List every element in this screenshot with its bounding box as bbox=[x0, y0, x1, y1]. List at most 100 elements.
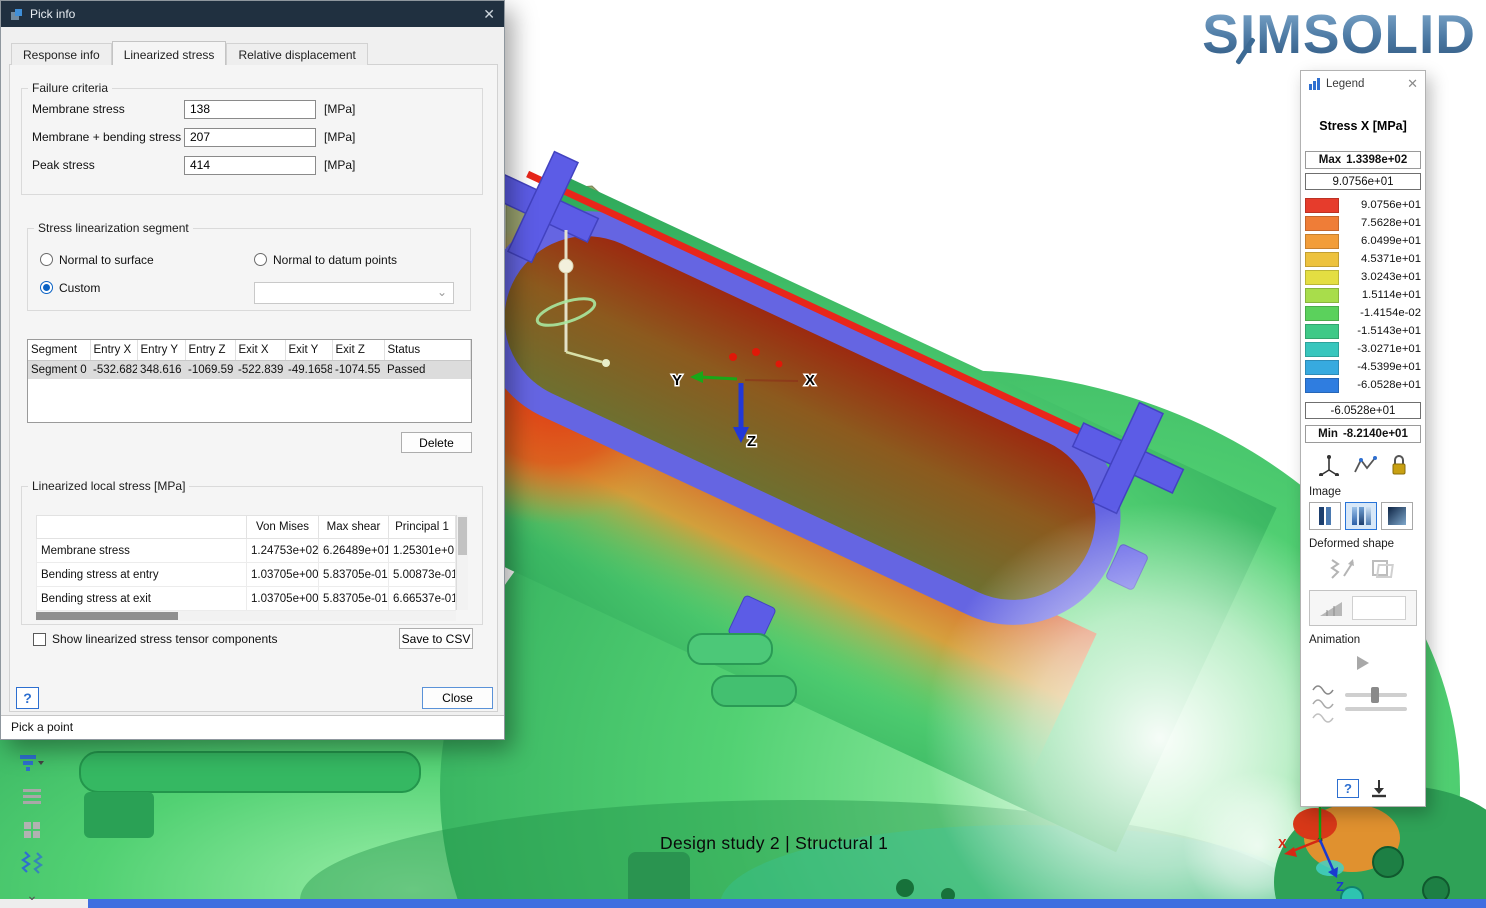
membrane-stress-input[interactable] bbox=[184, 100, 316, 119]
legend-scale-row: 9.0756e+01 bbox=[1301, 196, 1425, 214]
dialog-titlebar[interactable]: Pick info ✕ bbox=[1, 1, 504, 27]
slider-handle[interactable] bbox=[1371, 687, 1379, 703]
scale-value: 6.0499e+01 bbox=[1339, 235, 1421, 247]
deformed-scale-box[interactable] bbox=[1309, 590, 1417, 626]
color-chip bbox=[1305, 234, 1339, 249]
animation-speed-slider[interactable] bbox=[1345, 693, 1407, 697]
scale-value: -3.0271e+01 bbox=[1339, 343, 1421, 355]
pick-info-dialog: Pick info ✕ Response info Linearized str… bbox=[0, 0, 505, 740]
legend-bottom-input[interactable]: -6.0528e+01 bbox=[1305, 402, 1421, 419]
image-section-label: Image bbox=[1301, 486, 1425, 498]
legend-scale-row: -1.5143e+01 bbox=[1301, 322, 1425, 340]
legend-scale-row: -4.5399e+01 bbox=[1301, 358, 1425, 376]
scale-value: 9.0756e+01 bbox=[1339, 199, 1421, 211]
stress-table-row[interactable]: Bending stress at entry 1.03705e+00 5.83… bbox=[37, 563, 456, 587]
color-chip bbox=[1305, 198, 1339, 213]
segment-table[interactable]: SegmentEntry X Entry YEntry Z Exit XExit… bbox=[27, 339, 472, 423]
tensor-checkbox-row[interactable]: Show linearized stress tensor components bbox=[33, 632, 277, 646]
undeformed-shape-icon[interactable] bbox=[1370, 556, 1398, 582]
triad-center-y-label: Y bbox=[672, 372, 682, 389]
chevron-down-icon: ⌄ bbox=[437, 285, 447, 299]
close-button[interactable]: Close bbox=[422, 687, 493, 709]
membrane-bending-stress-label: Membrane + bending stress bbox=[32, 130, 184, 144]
lock-icon[interactable] bbox=[1390, 454, 1408, 476]
animation-controls bbox=[1301, 680, 1425, 724]
play-icon bbox=[1357, 656, 1369, 670]
study-caption: Design study 2 | Structural 1 bbox=[660, 833, 888, 854]
stress-linearization-group: Stress linearization segment Normal to s… bbox=[27, 221, 471, 311]
stress-linearization-title: Stress linearization segment bbox=[34, 221, 193, 235]
stress-table-row[interactable]: Membrane stress 1.24753e+02 6.26489e+01 … bbox=[37, 539, 456, 563]
deformed-compare-icon[interactable] bbox=[1353, 454, 1377, 476]
radio-icon bbox=[254, 253, 267, 266]
deformed-scale-value-box bbox=[1352, 596, 1406, 620]
pick-filter-button[interactable] bbox=[17, 750, 47, 776]
toolbar-list-button[interactable] bbox=[17, 783, 47, 809]
animation-frame-slider[interactable] bbox=[1345, 707, 1407, 711]
tab-response-info[interactable]: Response info bbox=[11, 43, 112, 65]
min-label: Min bbox=[1318, 428, 1338, 440]
axes-icon[interactable] bbox=[1318, 454, 1340, 476]
radio-custom[interactable]: Custom bbox=[40, 281, 100, 295]
linearized-stress-title: Linearized local stress [MPa] bbox=[28, 479, 189, 493]
segment-dropdown[interactable]: ⌄ bbox=[254, 282, 454, 304]
linearized-stress-table[interactable]: Von Mises Max shear Principal 1 Membrane… bbox=[36, 515, 456, 611]
membrane-stress-label: Membrane stress bbox=[32, 102, 184, 116]
image-thumbnails bbox=[1301, 498, 1425, 530]
animation-play-button[interactable] bbox=[1301, 656, 1425, 670]
tab-linearized-stress[interactable]: Linearized stress bbox=[112, 41, 227, 65]
dialog-close-icon[interactable]: ✕ bbox=[483, 6, 495, 23]
tab-relative-displacement[interactable]: Relative displacement bbox=[226, 43, 367, 65]
membrane-bending-stress-unit: [MPa] bbox=[324, 130, 355, 144]
color-chip bbox=[1305, 342, 1339, 357]
legend-close-icon[interactable]: ✕ bbox=[1407, 76, 1418, 92]
radio-normal-to-datum-points[interactable]: Normal to datum points bbox=[254, 253, 397, 267]
toolbar-expand-button[interactable]: ⌄ bbox=[17, 882, 47, 908]
peak-stress-unit: [MPa] bbox=[324, 158, 355, 172]
triad-global-x-label: X bbox=[1278, 836, 1287, 851]
stress-table-row[interactable]: Bending stress at exit 1.03705e+00 5.837… bbox=[37, 587, 456, 611]
image-style-1-button[interactable] bbox=[1309, 502, 1341, 530]
spring-tool-button[interactable] bbox=[17, 849, 47, 875]
max-label: Max bbox=[1319, 154, 1341, 166]
segment-table-header: SegmentEntry X Entry YEntry Z Exit XExit… bbox=[28, 340, 471, 360]
legend-min-box: Min -8.2140e+01 bbox=[1305, 425, 1421, 443]
image-style-2-button[interactable] bbox=[1345, 502, 1377, 530]
peak-stress-label: Peak stress bbox=[32, 158, 184, 172]
toolbar-grid-button[interactable] bbox=[17, 816, 47, 842]
scale-value: 3.0243e+01 bbox=[1339, 271, 1421, 283]
deformed-spring-icon[interactable] bbox=[1328, 556, 1356, 582]
legend-scale-row: 1.5114e+01 bbox=[1301, 286, 1425, 304]
radio-normal-to-surface[interactable]: Normal to surface bbox=[40, 253, 154, 267]
dialog-title: Pick info bbox=[30, 7, 75, 21]
pick-info-icon bbox=[10, 8, 23, 21]
bottom-blue-strip bbox=[88, 899, 1486, 908]
help-button[interactable]: ? bbox=[16, 687, 39, 709]
delete-button[interactable]: Delete bbox=[401, 432, 472, 453]
dialog-status-bar: Pick a point bbox=[1, 715, 504, 739]
peak-stress-input[interactable] bbox=[184, 156, 316, 175]
tensor-checkbox[interactable] bbox=[33, 633, 46, 646]
legend-scale-row: 7.5628e+01 bbox=[1301, 214, 1425, 232]
color-chip bbox=[1305, 324, 1339, 339]
list-icon bbox=[21, 787, 43, 805]
color-chip bbox=[1305, 216, 1339, 231]
vertical-scrollbar[interactable] bbox=[456, 515, 468, 610]
grid-icon bbox=[22, 820, 42, 838]
legend-help-button[interactable]: ? bbox=[1337, 779, 1359, 798]
legend-footer: ? bbox=[1301, 778, 1425, 798]
image-style-3-button[interactable] bbox=[1381, 502, 1413, 530]
color-chip bbox=[1305, 360, 1339, 375]
status-text: Pick a point bbox=[11, 720, 73, 734]
radio-icon bbox=[40, 253, 53, 266]
membrane-bending-stress-input[interactable] bbox=[184, 128, 316, 147]
waveform-icon bbox=[1311, 680, 1337, 724]
segment-table-row[interactable]: Segment 0-532.682 348.616-1069.59 -522.8… bbox=[28, 360, 471, 379]
membrane-stress-unit: [MPa] bbox=[324, 102, 355, 116]
snapshot-icon[interactable] bbox=[1369, 778, 1389, 798]
save-to-csv-button[interactable]: Save to CSV bbox=[399, 628, 473, 649]
legend-header[interactable]: Legend ✕ bbox=[1301, 71, 1425, 97]
legend-top-input[interactable]: 9.0756e+01 bbox=[1305, 173, 1421, 190]
horizontal-scrollbar[interactable] bbox=[36, 611, 456, 621]
legend-scale-row: -1.4154e-02 bbox=[1301, 304, 1425, 322]
